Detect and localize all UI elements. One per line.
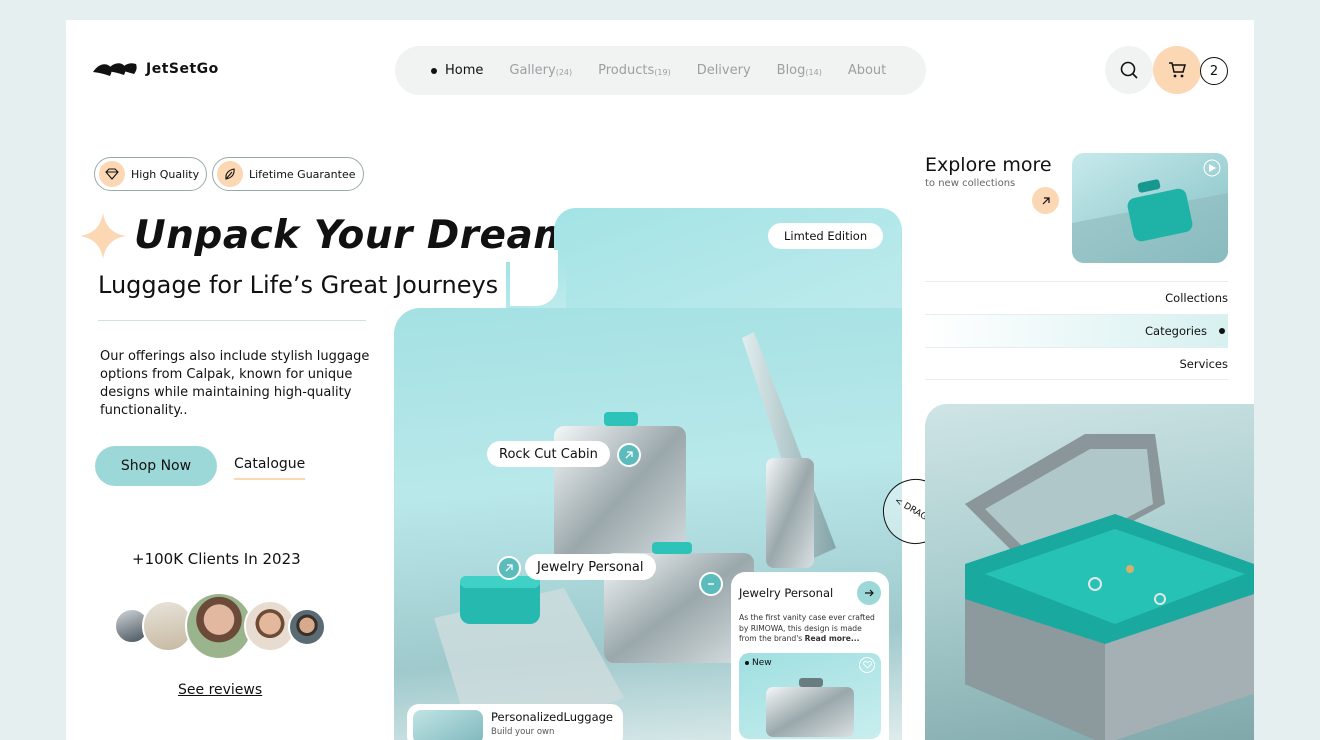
- divider: [98, 320, 366, 321]
- explore-subtitle: to new collections: [925, 178, 1016, 189]
- explore-arrow-button[interactable]: [1032, 187, 1059, 214]
- card-thumbnail: [413, 710, 483, 740]
- explore-title: Explore more: [925, 154, 1052, 176]
- card-text: As the first vanity case ever crafted by…: [739, 613, 881, 645]
- lifetime-guarantee-badge: Lifetime Guarantee: [212, 157, 364, 191]
- active-dot-icon: [1219, 328, 1225, 334]
- nav-item-blog[interactable]: Blog (14): [777, 63, 822, 78]
- catalogue-link[interactable]: Catalogue: [234, 456, 306, 480]
- jewelry-personal-card[interactable]: Jewelry Personal As the first vanity cas…: [731, 572, 889, 740]
- nav-label: About: [847, 63, 887, 78]
- card-title: Jewelry Personal: [739, 586, 834, 600]
- new-text: New: [752, 657, 772, 668]
- cart-button[interactable]: [1153, 46, 1201, 94]
- hero-image-cut: [510, 250, 558, 306]
- hotspot-jewelry-personal[interactable]: Jewelry Personal: [525, 554, 656, 580]
- menu-item-categories[interactable]: Categories: [925, 314, 1228, 347]
- new-label: New: [745, 658, 772, 668]
- personalized-luggage-card[interactable]: PersonalizedLuggage Build your own: [407, 704, 623, 740]
- card-subtitle: Build your own: [491, 727, 555, 737]
- menu-item-collections[interactable]: Collections: [925, 281, 1228, 314]
- read-more-link[interactable]: Read more...: [805, 634, 860, 643]
- nav-item-gallery[interactable]: Gallery (24): [509, 63, 572, 78]
- hero-subheadline: Luggage for Life’s Great Journeys: [98, 271, 499, 299]
- nav-count: (24): [555, 68, 573, 77]
- high-quality-badge: High Quality: [94, 157, 208, 191]
- explore-image[interactable]: [1072, 153, 1228, 263]
- menu-label: Services: [1179, 356, 1229, 371]
- leaf-icon: [217, 161, 243, 187]
- active-dot-icon: [431, 67, 437, 74]
- see-reviews-link[interactable]: See reviews: [178, 682, 262, 698]
- clients-stat: +100K Clients In 2023: [132, 550, 301, 568]
- nav-label: Gallery: [509, 63, 556, 78]
- avatar: [288, 608, 326, 646]
- nav-item-delivery[interactable]: Delivery: [697, 63, 751, 78]
- sparkle-icon: [80, 213, 126, 259]
- badge-label: Lifetime Guarantee: [249, 167, 356, 181]
- badge-label: High Quality: [131, 167, 200, 181]
- arrow-up-right-icon: [1042, 196, 1050, 204]
- limited-edition-tag: Limted Edition: [768, 223, 884, 249]
- menu-label: Categories: [1145, 324, 1207, 338]
- shop-now-button[interactable]: Shop Now: [95, 446, 217, 486]
- main-nav: Home Gallery (24) Products (19) Delivery B…: [395, 46, 926, 95]
- play-icon: [1209, 164, 1216, 172]
- nav-label: Delivery: [696, 63, 751, 78]
- brand-logo[interactable]: JetSetGo: [92, 59, 219, 79]
- new-product-preview[interactable]: New: [739, 652, 881, 739]
- logo-mark-icon: [93, 63, 137, 76]
- open-jewelry-case-illustration: [965, 434, 1254, 740]
- hotspot-rock-cut-cabin[interactable]: Rock Cut Cabin: [487, 441, 610, 467]
- cart-icon: [1169, 62, 1186, 78]
- nav-label: Home: [445, 63, 484, 78]
- page: JetSetGo Home Gallery (24) Products (19) D…: [66, 20, 1254, 740]
- nav-item-about[interactable]: About: [848, 63, 886, 78]
- nav-label: Blog: [776, 63, 806, 78]
- dot-icon: [745, 660, 749, 665]
- menu-label: Collections: [1165, 291, 1228, 305]
- card-title: PersonalizedLuggage: [491, 710, 614, 724]
- teal-case-illustration: [1072, 159, 1228, 263]
- arrow-right-icon[interactable]: [857, 581, 881, 605]
- search-icon: [1120, 61, 1138, 79]
- search-button[interactable]: [1105, 46, 1153, 94]
- suitcase-thumbnail: [766, 677, 854, 737]
- vanity-case-image: [925, 404, 1254, 740]
- hotspot-label: Jewelry Personal: [537, 559, 644, 575]
- arrow-up-right-icon[interactable]: [617, 443, 641, 467]
- hero-description: Our offerings also include stylish lugga…: [100, 349, 370, 418]
- nav-count: (14): [805, 68, 822, 77]
- nav-item-home[interactable]: Home: [431, 63, 483, 78]
- nav-item-products[interactable]: Products (19): [598, 63, 671, 78]
- brand-name: JetSetGo: [146, 61, 219, 77]
- nav-label: Products: [598, 63, 655, 78]
- avatar: [185, 592, 253, 660]
- minus-icon[interactable]: [699, 572, 723, 596]
- nav-count: (19): [654, 68, 671, 77]
- heart-icon[interactable]: [859, 656, 875, 673]
- cart-count-badge[interactable]: 2: [1200, 57, 1228, 85]
- menu-item-services[interactable]: Services: [925, 347, 1228, 380]
- arrow-up-right-icon[interactable]: [497, 556, 521, 580]
- hotspot-label: Rock Cut Cabin: [499, 446, 598, 462]
- diamond-icon: [99, 161, 125, 187]
